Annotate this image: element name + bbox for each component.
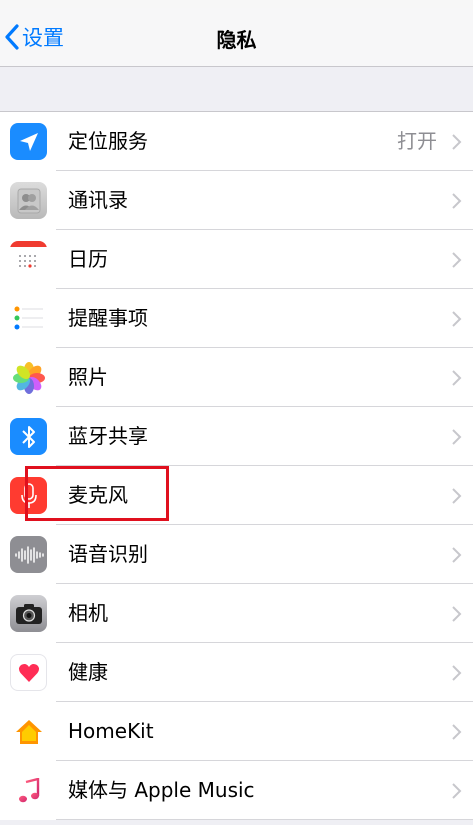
status-bar <box>0 0 473 8</box>
chevron-right-icon <box>452 311 462 327</box>
chevron-right-icon <box>452 370 462 386</box>
row-label: 通讯录 <box>68 188 128 212</box>
page-title: 隐私 <box>216 28 257 52</box>
row-bluetooth-sharing[interactable]: 蓝牙共享 <box>0 407 473 466</box>
chevron-right-icon <box>452 665 462 681</box>
row-label: 定位服务 <box>68 129 148 153</box>
location-arrow-icon <box>10 123 47 160</box>
chevron-right-icon <box>452 606 462 622</box>
navigation-bar: 设置 隐私 <box>0 8 473 67</box>
chevron-right-icon <box>452 488 462 504</box>
chevron-right-icon <box>452 134 462 150</box>
row-label: 日历 <box>68 247 108 271</box>
row-label: 蓝牙共享 <box>68 424 148 448</box>
row-health[interactable]: 健康 <box>0 643 473 702</box>
chevron-right-icon <box>452 783 462 799</box>
row-label: 照片 <box>68 365 108 389</box>
row-speech-recognition[interactable]: 语音识别 <box>0 525 473 584</box>
row-media-apple-music[interactable]: 媒体与 Apple Music <box>0 761 473 820</box>
row-label: 健康 <box>68 660 108 684</box>
camera-icon <box>10 595 47 632</box>
row-contacts[interactable]: 通讯录 <box>0 171 473 230</box>
photos-icon <box>10 359 47 396</box>
row-homekit[interactable]: HomeKit <box>0 702 473 761</box>
row-label: 相机 <box>68 601 108 625</box>
chevron-right-icon <box>452 724 462 740</box>
chevron-right-icon <box>452 252 462 268</box>
chevron-right-icon <box>452 547 462 563</box>
row-value: 打开 <box>397 129 437 153</box>
calendar-icon <box>10 241 47 278</box>
row-camera[interactable]: 相机 <box>0 584 473 643</box>
row-reminders[interactable]: 提醒事项 <box>0 289 473 348</box>
bluetooth-icon <box>10 418 47 455</box>
contacts-icon <box>10 182 47 219</box>
privacy-list: 定位服务 打开 通讯录 日历 提醒事项 照片 蓝牙共享 麦克风 语音识别 相机 … <box>0 111 473 820</box>
row-label: 麦克风 <box>68 483 128 507</box>
row-calendar[interactable]: 日历 <box>0 230 473 289</box>
row-label: 提醒事项 <box>68 306 148 330</box>
homekit-house-icon <box>10 713 47 750</box>
microphone-icon <box>10 477 47 514</box>
music-note-icon <box>10 772 47 809</box>
speech-recognition-icon <box>10 536 47 573</box>
row-photos[interactable]: 照片 <box>0 348 473 407</box>
heart-icon <box>10 654 47 691</box>
row-location-services[interactable]: 定位服务 打开 <box>0 112 473 171</box>
chevron-right-icon <box>452 193 462 209</box>
chevron-right-icon <box>452 429 462 445</box>
reminders-icon <box>10 300 47 337</box>
row-label: 语音识别 <box>68 542 148 566</box>
row-label: HomeKit <box>68 719 154 743</box>
row-microphone[interactable]: 麦克风 <box>0 466 473 525</box>
row-label: 媒体与 Apple Music <box>68 778 255 802</box>
